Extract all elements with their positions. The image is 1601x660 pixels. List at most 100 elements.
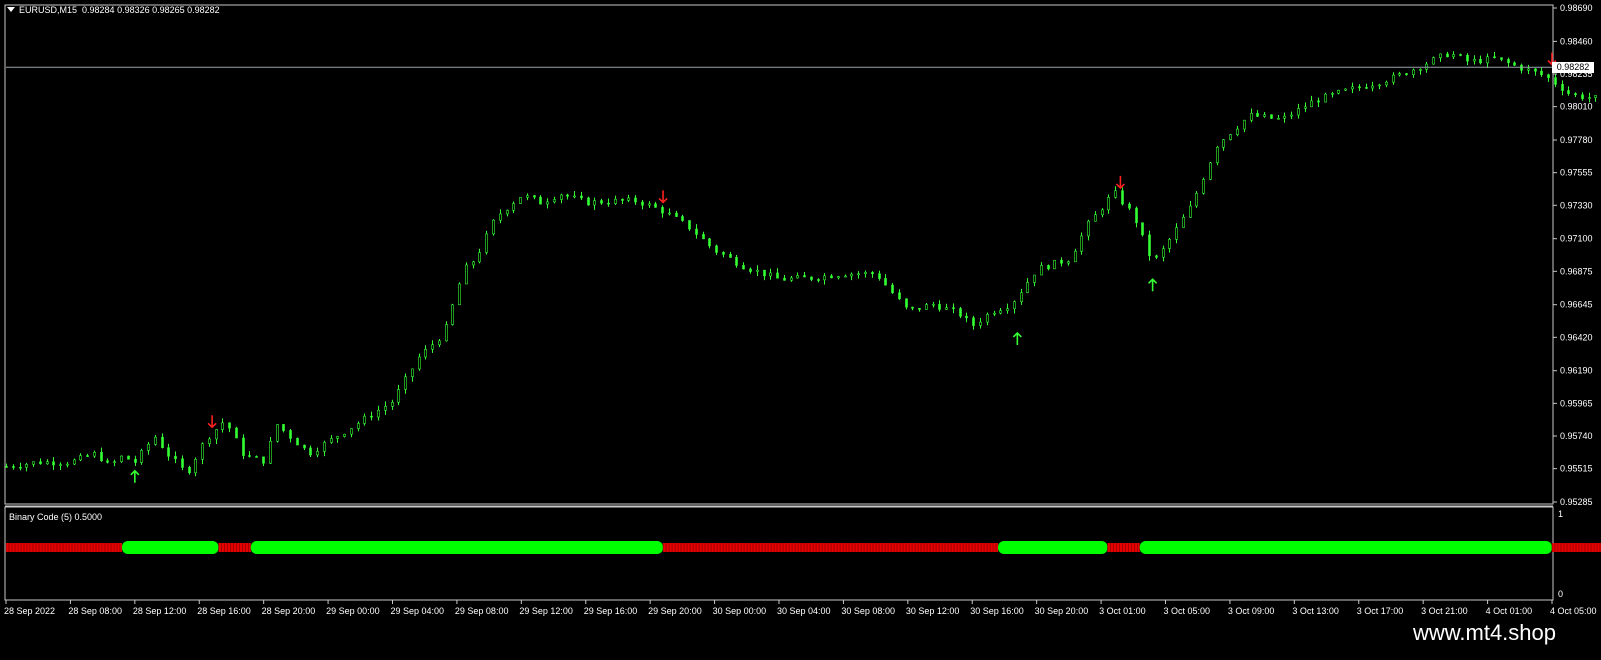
arrow-up-icon — [1148, 278, 1158, 292]
price-tick-label: 0.97555 — [1560, 168, 1593, 178]
arrow-up-shape — [130, 469, 140, 483]
candle-body — [1006, 308, 1009, 311]
candle-body — [1222, 139, 1225, 148]
candle-body — [154, 436, 157, 445]
candle-body — [796, 275, 799, 279]
candle-body — [465, 264, 468, 285]
candle-body — [871, 272, 874, 275]
candle-body — [979, 321, 982, 326]
candle-body — [1446, 53, 1449, 58]
candle-body — [248, 455, 251, 457]
candle-body — [1114, 190, 1117, 198]
candle-body — [343, 433, 346, 437]
candle-body — [1175, 227, 1178, 240]
candle-body — [79, 455, 82, 461]
candle-body — [1155, 255, 1158, 258]
candle-body — [73, 459, 76, 465]
candle-body — [593, 200, 596, 206]
candle-body — [1270, 114, 1273, 119]
candle-body — [749, 268, 752, 272]
candle-body — [1594, 95, 1597, 98]
candle-body — [506, 210, 509, 215]
triangle-down-icon[interactable] — [7, 7, 15, 12]
candle-body — [1067, 261, 1070, 264]
binary-segment-green — [998, 541, 1108, 554]
binary-segment-red — [1552, 543, 1601, 552]
candle-body — [580, 195, 583, 199]
candle-body — [533, 195, 536, 198]
candle-body — [668, 212, 671, 215]
candle-body — [336, 436, 339, 439]
candle-body — [837, 276, 840, 279]
candle-body — [46, 461, 49, 465]
candle-body — [1135, 207, 1138, 223]
candle-body — [763, 269, 766, 277]
candle-body — [1493, 56, 1496, 59]
price-tick-label: 0.97100 — [1560, 234, 1593, 244]
candle-body — [844, 275, 847, 278]
price-tick-label: 0.96645 — [1560, 300, 1593, 310]
price-tick-label: 0.95285 — [1560, 497, 1593, 507]
ohlc-values: 0.98284 0.98326 0.98265 0.98282 — [82, 5, 220, 15]
time-tick-label: 3 Oct 01:00 — [1099, 606, 1146, 616]
candle-body — [485, 233, 488, 253]
arrow-up-icon — [1012, 331, 1022, 345]
candle-body — [1317, 100, 1320, 103]
candle-body — [32, 461, 35, 465]
candle-body — [1581, 94, 1584, 99]
candle-body — [1013, 301, 1016, 309]
candle-body — [607, 202, 610, 205]
time-tick-label: 28 Sep 08:00 — [68, 606, 122, 616]
symbol-name: EURUSD,M15 — [19, 5, 78, 15]
candle-body — [350, 428, 353, 435]
candle-body — [878, 273, 881, 279]
candle-body — [1513, 62, 1516, 66]
candle-body — [12, 466, 15, 468]
time-tick-label: 28 Sep 20:00 — [262, 606, 316, 616]
candle-body — [898, 292, 901, 300]
candle-body — [817, 279, 820, 281]
arrow-down-shape — [658, 190, 668, 204]
candle-body — [1534, 68, 1537, 72]
candle-body — [404, 376, 407, 390]
candle-body — [1378, 84, 1381, 87]
candle-body — [228, 422, 231, 429]
indicator-scale-top: 1 — [1558, 509, 1563, 519]
candle-body — [1297, 108, 1300, 116]
candle-body — [384, 406, 387, 411]
candle-body — [756, 269, 759, 272]
candle-body — [1554, 77, 1557, 85]
chart-canvas[interactable]: 0.986900.984600.982350.980100.977800.975… — [0, 0, 1601, 660]
candle-body — [1094, 214, 1097, 222]
candle-body — [357, 423, 360, 429]
candle-body — [742, 265, 745, 270]
candle-body — [1277, 117, 1280, 120]
candle-body — [1229, 134, 1232, 140]
time-tick-label: 28 Sep 12:00 — [133, 606, 187, 616]
candle-body — [546, 201, 549, 205]
time-tick-label: 29 Sep 00:00 — [326, 606, 380, 616]
arrow-down-shape — [1115, 175, 1125, 190]
price-tick-label: 0.98460 — [1560, 36, 1593, 46]
candle-body — [884, 278, 887, 286]
candle-body — [120, 455, 123, 463]
candle-body — [1189, 205, 1192, 218]
candle-body — [999, 310, 1002, 314]
candle-body — [1290, 114, 1293, 117]
candle-body — [1540, 70, 1543, 76]
candle-body — [431, 344, 434, 350]
candle-body — [167, 447, 170, 457]
candle-body — [905, 298, 908, 308]
candle-body — [1412, 69, 1415, 76]
candle-body — [1304, 106, 1307, 109]
candle-body — [1148, 234, 1151, 257]
candle-body — [86, 455, 89, 457]
arrow-up-shape — [1012, 331, 1022, 345]
candle-body — [411, 368, 414, 378]
candle-body — [810, 276, 813, 280]
candle-body — [891, 284, 894, 294]
signal-arrows — [130, 52, 1557, 483]
candle-body — [174, 455, 177, 460]
indicator-scale-bottom: 0 — [1558, 589, 1563, 599]
candle-body — [472, 261, 475, 266]
